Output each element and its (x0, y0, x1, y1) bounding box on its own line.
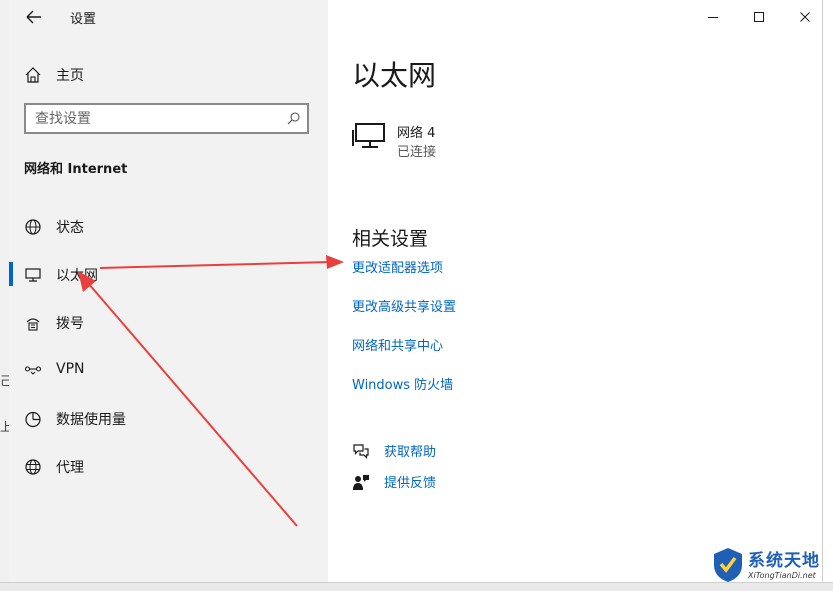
maximize-icon (754, 12, 764, 22)
search-field[interactable] (24, 103, 309, 134)
watermark-title: 系统天地 (748, 551, 820, 571)
sidebar-item-label: 以太网 (56, 268, 98, 284)
network-card[interactable]: 网络 4 已连接 (352, 120, 552, 160)
windows-firewall-link[interactable]: Windows 防火墙 (352, 374, 453, 393)
close-button[interactable] (782, 2, 828, 32)
page-title: 以太网 (352, 59, 437, 92)
network-status: 已连接 (397, 145, 437, 160)
background-window-edge: 己 上 (0, 0, 12, 590)
sidebar-item-label: 代理 (56, 460, 84, 476)
minimize-button[interactable] (690, 2, 736, 32)
feedback-icon (353, 475, 369, 490)
sidebar-item-status[interactable]: 状态 (9, 208, 328, 244)
sidebar-item-label: 主页 (56, 68, 84, 84)
sidebar-item-home[interactable]: 主页 (9, 56, 328, 92)
sidebar-item-vpn[interactable]: VPN (9, 352, 328, 388)
sidebar-item-label: 数据使用量 (56, 412, 126, 428)
change-adapter-options-link[interactable]: 更改适配器选项 (352, 257, 443, 276)
active-indicator (9, 262, 13, 286)
help-chat-icon (353, 444, 369, 459)
search-input[interactable] (35, 110, 275, 128)
maximize-button[interactable] (736, 2, 782, 32)
proxy-globe-icon (25, 459, 41, 475)
close-icon (800, 12, 810, 22)
search-icon[interactable] (286, 111, 301, 126)
watermark-subtitle: XiTongTianDi.net (748, 571, 816, 580)
sidebar-item-data-usage[interactable]: 数据使用量 (9, 400, 328, 436)
vpn-icon (24, 366, 42, 375)
back-button[interactable] (23, 6, 45, 28)
ethernet-icon (25, 268, 41, 282)
sidebar-item-label: VPN (56, 361, 85, 377)
globe-status-icon (25, 219, 41, 235)
ethernet-monitor-icon (352, 123, 385, 148)
minimize-icon (708, 17, 718, 18)
sidebar: 设置 主页 网络和 Internet 状态 (9, 0, 328, 582)
data-usage-icon (25, 411, 41, 428)
watermark-logo: 系统天地 XiTongTianDi.net (712, 545, 830, 585)
back-arrow-icon (26, 10, 41, 24)
dial-up-icon (26, 318, 40, 331)
main-content: 以太网 网络 4 已连接 相关设置 更改适配器选项 更改高级共享设置 网络和共享… (328, 0, 822, 582)
sidebar-section-title: 网络和 Internet (24, 162, 128, 177)
related-settings-heading: 相关设置 (352, 228, 429, 250)
watermark-shield-icon (714, 548, 742, 582)
network-sharing-center-link[interactable]: 网络和共享中心 (352, 335, 443, 354)
change-advanced-sharing-link[interactable]: 更改高级共享设置 (352, 296, 456, 315)
network-name: 网络 4 (397, 126, 436, 141)
settings-window: 设置 主页 网络和 Internet 状态 (9, 0, 823, 582)
help-label: 获取帮助 (384, 445, 437, 460)
sidebar-item-dial-up[interactable]: 拨号 (9, 304, 328, 340)
window-title: 设置 (70, 12, 97, 27)
feedback-label: 提供反馈 (384, 476, 437, 491)
sidebar-item-proxy[interactable]: 代理 (9, 448, 328, 484)
sidebar-item-ethernet[interactable]: 以太网 (9, 256, 328, 292)
sidebar-item-label: 状态 (56, 220, 84, 236)
sidebar-item-label: 拨号 (56, 316, 84, 332)
home-icon (25, 67, 41, 83)
